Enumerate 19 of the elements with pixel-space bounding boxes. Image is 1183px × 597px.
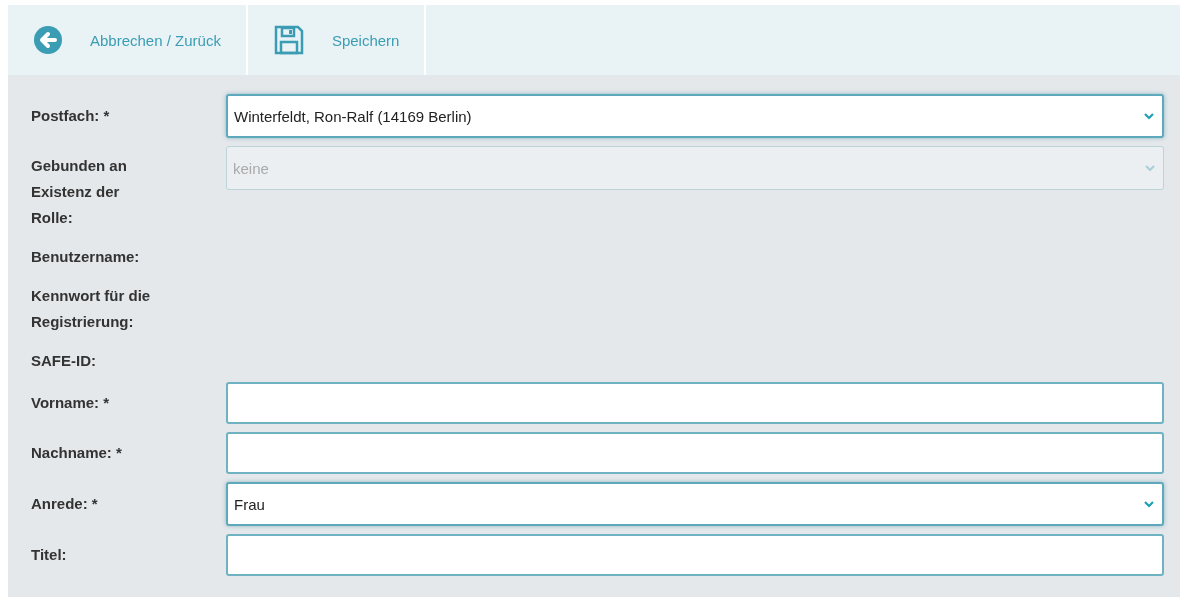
field-label: Postfach: * (31, 106, 111, 126)
input-field[interactable] (226, 534, 1164, 576)
field-label: Anrede: * (31, 494, 99, 514)
field-label: Nachname: * (31, 443, 123, 463)
select-field[interactable]: Frau (226, 482, 1164, 526)
save-button[interactable]: Speichern (247, 5, 427, 75)
field-label: Benutzername: (31, 247, 141, 267)
input-field[interactable] (226, 432, 1164, 474)
select-field[interactable]: Winterfeldt, Ron-Ralf (14169 Berlin) (226, 94, 1164, 138)
field-label: Vorname: * (31, 393, 111, 413)
chevron-down-icon (1145, 164, 1155, 172)
field-label: Kennwort für die Registrierung: (31, 286, 152, 332)
field-label: Gebunden an Existenz der Rolle: (31, 156, 128, 228)
field-label: Titel: (31, 545, 68, 565)
chevron-down-icon (1144, 112, 1154, 120)
back-button[interactable]: Abbrechen / Zurück (8, 5, 248, 75)
field-label: SAFE-ID: (31, 351, 97, 371)
input-field[interactable] (226, 382, 1164, 424)
chevron-down-icon (1144, 500, 1154, 508)
